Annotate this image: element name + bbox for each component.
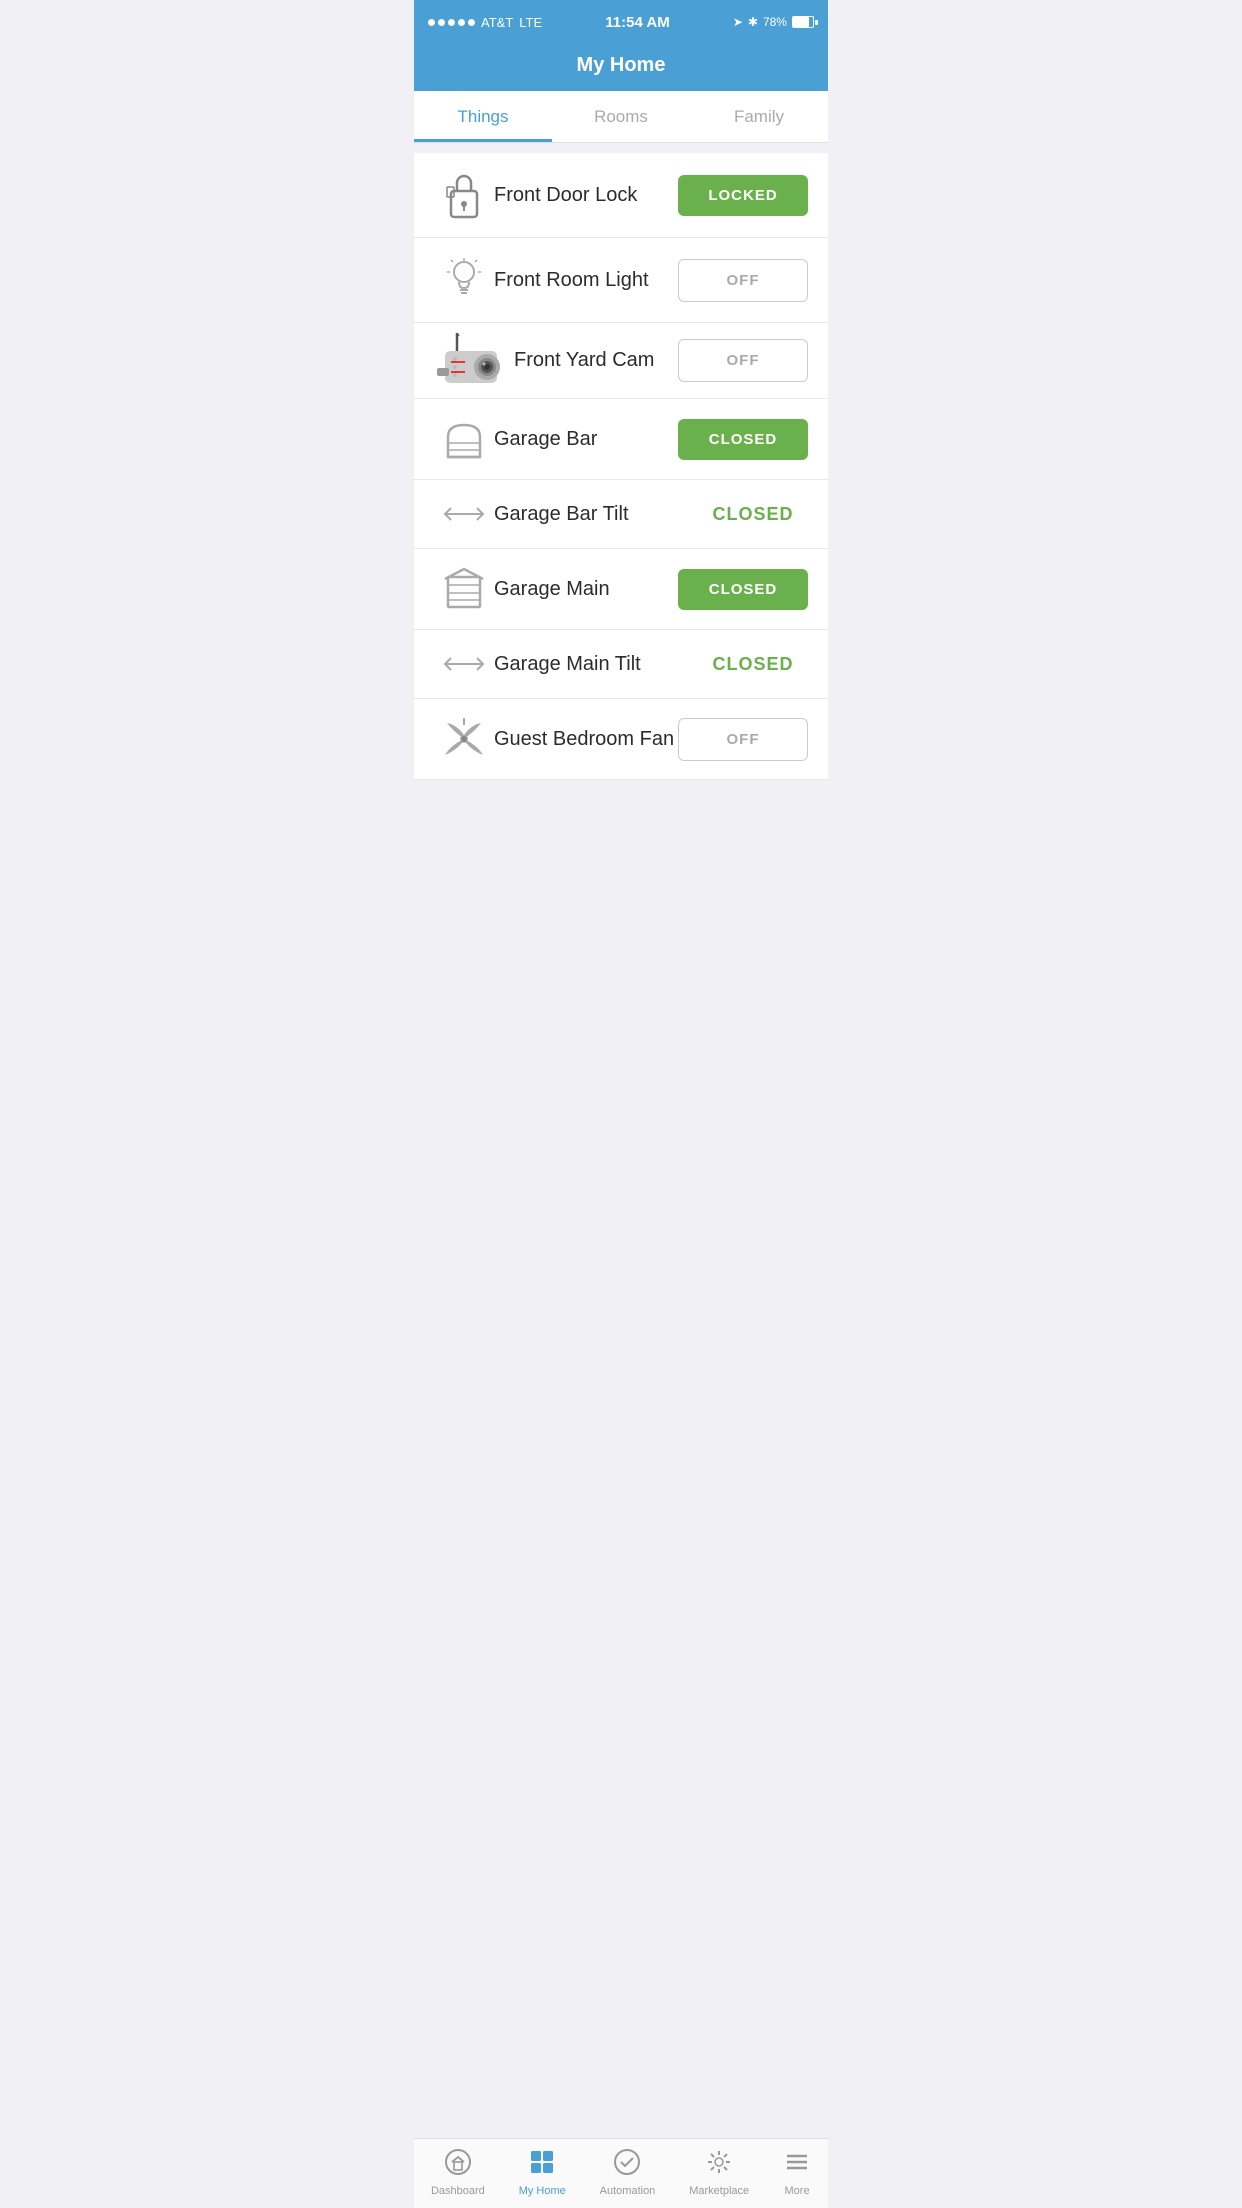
signal-dots (428, 19, 475, 26)
nav-dashboard[interactable]: Dashboard (431, 2148, 485, 2197)
list-item: Garage Main Tilt CLOSED (414, 630, 828, 699)
light-bulb-icon (434, 256, 494, 304)
garage-bar-status[interactable]: CLOSED (678, 419, 808, 460)
item-name-front-door-lock: Front Door Lock (494, 184, 678, 207)
sparkle-icon (705, 2148, 733, 2181)
nav-automation-label: Automation (600, 2185, 656, 2197)
battery-label: 78% (763, 15, 787, 29)
battery-icon (792, 16, 814, 28)
bottom-nav: Dashboard My Home Automation (414, 2138, 828, 2208)
list-item: Front Door Lock LOCKED (414, 153, 828, 238)
closed-button[interactable]: CLOSED (678, 569, 808, 610)
list-item: Front Yard Cam OFF (414, 323, 828, 399)
tab-bar: Things Rooms Family (414, 91, 828, 143)
nav-more[interactable]: More (783, 2148, 811, 2197)
guest-bedroom-fan-status[interactable]: OFF (678, 718, 808, 761)
page-title: My Home (577, 54, 666, 76)
app-header: My Home (414, 44, 828, 91)
carrier-label: AT&T (481, 15, 513, 30)
garage-main-icon (434, 567, 494, 611)
off-button[interactable]: OFF (678, 259, 808, 302)
front-room-light-status[interactable]: OFF (678, 259, 808, 302)
list-item: Garage Bar Tilt CLOSED (414, 480, 828, 549)
tab-family[interactable]: Family (690, 91, 828, 142)
tilt-sensor-icon (434, 498, 494, 530)
tilt-sensor2-icon (434, 648, 494, 680)
things-list: Front Door Lock LOCKED Front Room Light … (414, 153, 828, 780)
nav-more-label: More (785, 2185, 810, 2197)
item-name-guest-bedroom-fan: Guest Bedroom Fan (494, 728, 678, 751)
nav-marketplace[interactable]: Marketplace (689, 2148, 749, 2197)
off-button[interactable]: OFF (678, 339, 808, 382)
front-door-lock-status[interactable]: LOCKED (678, 175, 808, 216)
item-name-front-yard-cam: Front Yard Cam (514, 349, 678, 372)
tab-things[interactable]: Things (414, 91, 552, 142)
nav-my-home-label: My Home (519, 2185, 566, 2197)
status-bar: AT&T LTE 11:54 AM ➤ ✱ 78% (414, 0, 828, 44)
item-name-garage-main: Garage Main (494, 578, 678, 601)
locked-button[interactable]: LOCKED (678, 175, 808, 216)
list-item: Guest Bedroom Fan OFF (414, 699, 828, 780)
list-item: Garage Main CLOSED (414, 549, 828, 630)
garage-icon (434, 417, 494, 461)
garage-main-status[interactable]: CLOSED (678, 569, 808, 610)
menu-icon (783, 2148, 811, 2181)
tab-rooms[interactable]: Rooms (552, 91, 690, 142)
item-name-garage-main-tilt: Garage Main Tilt (494, 653, 698, 676)
home-icon (444, 2148, 472, 2181)
off-button[interactable]: OFF (678, 718, 808, 761)
item-name-front-room-light: Front Room Light (494, 269, 678, 292)
garage-bar-tilt-status: CLOSED (698, 504, 808, 525)
list-item: Front Room Light OFF (414, 238, 828, 323)
closed-text: CLOSED (712, 654, 793, 674)
location-icon: ➤ (733, 15, 743, 29)
garage-main-tilt-status: CLOSED (698, 654, 808, 675)
closed-button[interactable]: CLOSED (678, 419, 808, 460)
network-label: LTE (519, 15, 542, 30)
status-time: 11:54 AM (605, 14, 669, 31)
nav-my-home[interactable]: My Home (519, 2148, 566, 2197)
fan-icon (434, 717, 494, 761)
nav-automation[interactable]: Automation (600, 2148, 656, 2197)
nav-dashboard-label: Dashboard (431, 2185, 485, 2197)
check-circle-icon (613, 2148, 641, 2181)
camera-icon (434, 333, 514, 388)
door-lock-icon (434, 171, 494, 219)
grid-icon (528, 2148, 556, 2181)
closed-text: CLOSED (712, 504, 793, 524)
item-name-garage-bar-tilt: Garage Bar Tilt (494, 503, 698, 526)
front-yard-cam-status[interactable]: OFF (678, 339, 808, 382)
list-item: Garage Bar CLOSED (414, 399, 828, 480)
item-name-garage-bar: Garage Bar (494, 428, 678, 451)
nav-marketplace-label: Marketplace (689, 2185, 749, 2197)
bluetooth-icon: ✱ (748, 15, 758, 29)
status-left: AT&T LTE (428, 15, 542, 30)
status-right: ➤ ✱ 78% (733, 15, 814, 29)
